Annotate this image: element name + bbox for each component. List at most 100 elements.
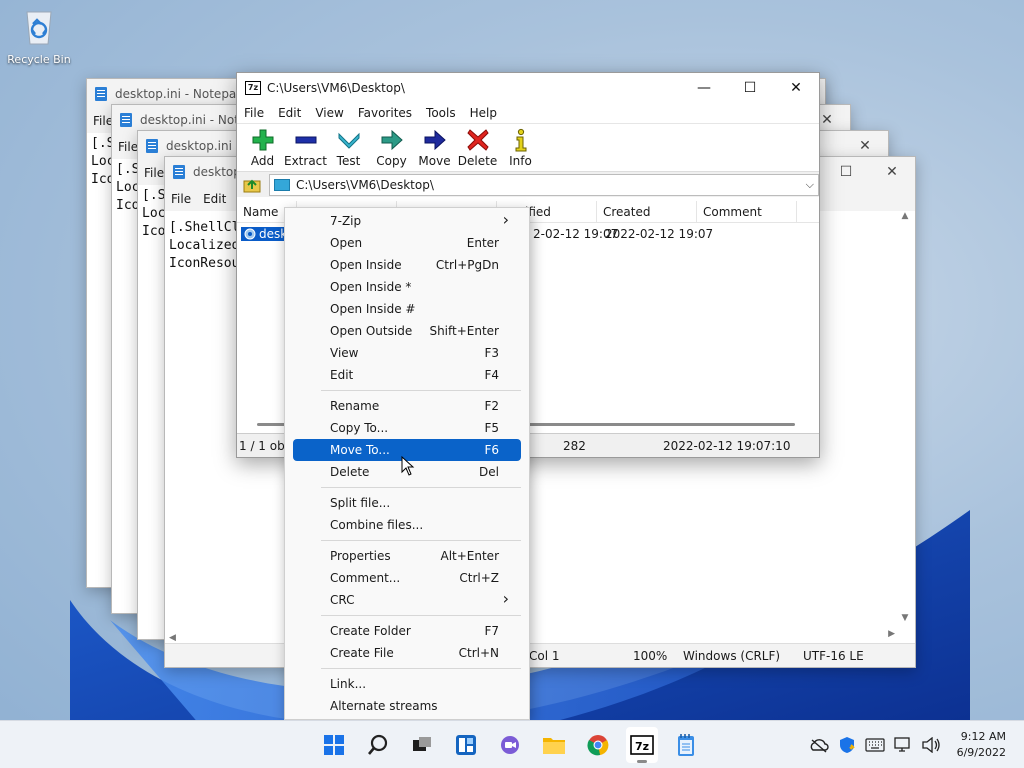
minus-icon [295,136,316,144]
close-icon[interactable]: ✕ [773,73,819,103]
horizontal-scrollbar[interactable]: ◀ ▶ [169,629,895,643]
menu-item-create-file[interactable]: Create File Ctrl+N [293,642,521,664]
folder-up-icon [243,179,261,192]
scroll-right-icon[interactable]: ▶ [888,629,895,639]
maximize-icon[interactable]: ☐ [823,157,869,187]
menu-edit[interactable]: Edit [278,106,301,120]
notepad-status-bar: Col 1 100% Windows (CRLF) UTF-16 LE [165,643,915,667]
window-title: desktop.ini - Notepad [115,87,244,101]
clock[interactable]: 9:12 AM 6/9/2022 [957,729,1006,761]
menu-item-open[interactable]: Open Enter [293,232,521,254]
menu-separator [321,540,521,541]
search-icon [368,734,388,755]
volume-button[interactable] [919,733,943,757]
move-arrow-icon [424,129,446,151]
scroll-down-icon[interactable]: ▼ [899,613,911,623]
title-bar[interactable]: 7z C:\Users\VM6\Desktop\ — ☐ ✕ [237,73,819,103]
folder-up-button[interactable] [241,175,263,195]
extract-button[interactable]: Extract [284,124,327,168]
menu-item-label: Link... [330,677,367,691]
menu-file[interactable]: File [144,166,164,180]
search-button[interactable] [362,727,394,763]
menu-tools[interactable]: Tools [426,106,456,120]
column-comment[interactable]: Comment [697,201,797,223]
menu-item-label: Copy To... [330,421,389,435]
menu-item-label: Split file... [330,496,391,510]
menu-item-properties[interactable]: Properties Alt+Enter [293,545,521,567]
security-icon [839,737,855,753]
chrome-button[interactable] [582,727,614,763]
path-field[interactable]: C:\Users\VM6\Desktop\ ⌵ [269,173,819,196]
menu-item-shortcut: Ctrl+N [458,646,499,660]
menu-item-shortcut: Enter [466,236,499,250]
taskbar: 7z 9:12 AM 6/9/2022 [0,720,1024,768]
move-button[interactable]: Move [413,124,456,168]
menu-item-rename[interactable]: Rename F2 [293,395,521,417]
menu-file[interactable]: File [118,140,138,154]
menu-file[interactable]: File [171,192,191,206]
menu-item-open-inside[interactable]: Open Inside Ctrl+PgDn [293,254,521,276]
path-text: C:\Users\VM6\Desktop\ [296,177,434,192]
chevron-down-icon[interactable]: ⌵ [806,178,814,192]
menu-item-open-inside[interactable]: Open Inside # [293,298,521,320]
menu-item-label: Open Outside [330,324,413,338]
menu-item-alternate-streams[interactable]: Alternate streams [293,695,521,717]
menu-item-crc[interactable]: CRC › [293,589,521,611]
column-created[interactable]: Created [597,201,697,223]
menu-item-label: Properties [330,549,391,563]
chat-button[interactable] [494,727,526,763]
add-button[interactable]: Add [241,124,284,168]
menu-favorites[interactable]: Favorites [358,106,412,120]
file-explorer-button[interactable] [538,727,570,763]
menu-item-open-outside[interactable]: Open Outside Shift+Enter [293,320,521,342]
close-icon[interactable]: ✕ [869,157,915,187]
status-encoding: UTF-16 LE [803,648,864,663]
menu-file[interactable]: File [244,106,264,120]
network-button[interactable] [891,733,915,757]
menu-separator [321,668,521,669]
address-bar: C:\Users\VM6\Desktop\ ⌵ [237,171,819,197]
menu-item-split-file[interactable]: Split file... [293,492,521,514]
volume-icon [921,737,940,753]
notepad-icon [678,734,694,756]
start-icon [324,735,344,755]
security-button[interactable] [835,733,859,757]
maximize-icon[interactable]: ☐ [727,73,773,103]
test-button[interactable]: Test [327,124,370,168]
menu-item-open-inside[interactable]: Open Inside * [293,276,521,298]
start-button[interactable] [318,727,350,763]
menu-item-link[interactable]: Link... [293,673,521,695]
delete-button[interactable]: Delete [456,124,499,168]
menu-item-comment[interactable]: Comment... Ctrl+Z [293,567,521,589]
scroll-left-icon[interactable]: ◀ [169,633,176,643]
keyboard-button[interactable] [863,733,887,757]
menu-item-create-folder[interactable]: Create Folder F7 [293,620,521,642]
7zip-taskbar-button[interactable]: 7z [626,727,658,763]
menu-item-edit[interactable]: Edit F4 [293,364,521,386]
widgets-button[interactable] [450,727,482,763]
task-view-button[interactable] [406,727,438,763]
status-size: 282 [563,438,586,453]
onedrive-button[interactable] [807,733,831,757]
menu-view[interactable]: View [315,106,343,120]
menu-item-view[interactable]: View F3 [293,342,521,364]
copy-button[interactable]: Copy [370,124,413,168]
scroll-up-icon[interactable]: ▲ [899,211,911,221]
network-icon [893,737,910,752]
menu-edit[interactable]: Edit [203,192,226,206]
info-icon [515,128,526,152]
menu-item-combine-files[interactable]: Combine files... [293,514,521,536]
menu-item-shortcut: F3 [484,346,499,360]
menu-separator [321,615,521,616]
window-title: C:\Users\VM6\Desktop\ [267,81,405,95]
vertical-scrollbar[interactable]: ▲ ▼ [899,211,911,623]
menu-item-copy-to[interactable]: Copy To... F5 [293,417,521,439]
info-button[interactable]: Info [499,124,542,168]
menu-item-7-zip[interactable]: 7-Zip › [293,210,521,232]
7zip-icon: 7z [630,735,654,755]
notepad-taskbar-button[interactable] [670,727,702,763]
recycle-bin-shortcut[interactable]: Recycle Bin [6,6,72,66]
selected-file[interactable]: desk [241,227,290,241]
minimize-icon[interactable]: — [681,73,727,103]
menu-help[interactable]: Help [470,106,497,120]
